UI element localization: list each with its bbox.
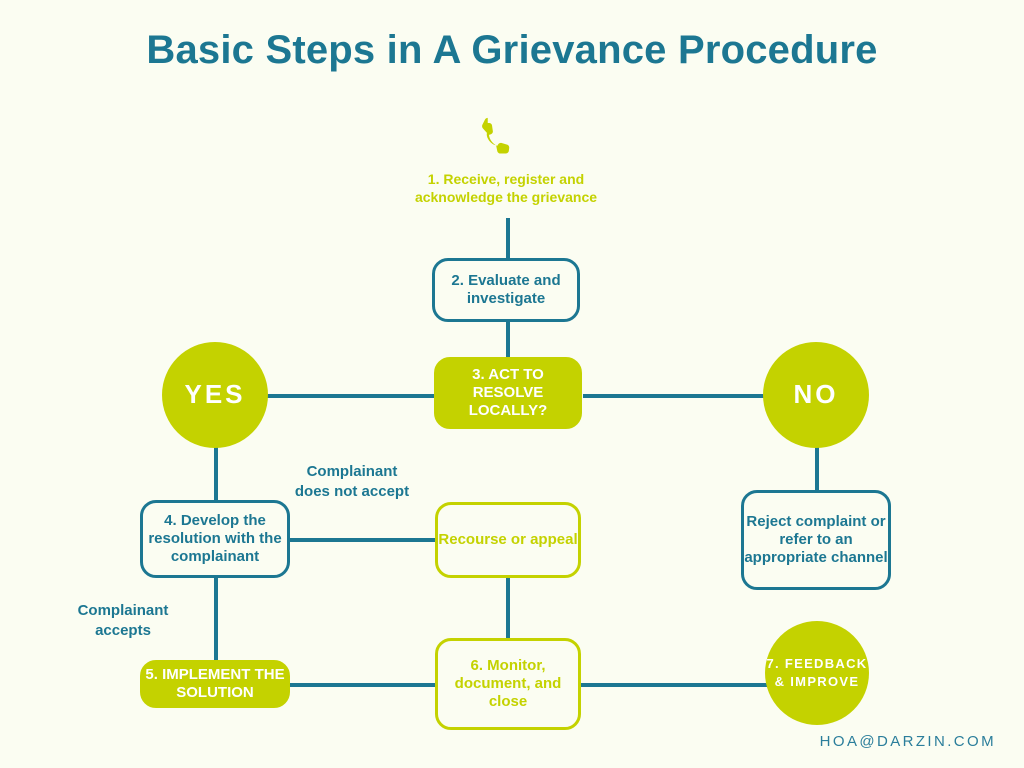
step-5-box[interactable]: 5. IMPLEMENT THE SOLUTION <box>140 660 290 708</box>
edge-label-accepts: Complainant accepts <box>64 601 182 640</box>
step-4-label: 4. Develop the resolution with the compl… <box>148 511 282 566</box>
connector-step5-step6 <box>288 683 440 687</box>
decision-yes-label: YES <box>184 379 246 410</box>
step-4-box[interactable]: 4. Develop the resolution with the compl… <box>140 500 290 578</box>
step-1-label: 1. Receive, register and acknowledge the… <box>386 170 626 206</box>
step-2-label: 2. Evaluate and investigate <box>451 271 561 307</box>
step-3-box[interactable]: 3. ACT TO RESOLVE LOCALLY? <box>434 357 582 429</box>
footer-email: HOA@DARZIN.COM <box>819 733 996 750</box>
reject-box[interactable]: Reject complaint or refer to an appropri… <box>741 490 891 590</box>
connector-step1-step2 <box>506 218 510 258</box>
step-7-circle[interactable]: 7. FEEDBACK & IMPROVE <box>765 621 869 725</box>
step-2-box[interactable]: 2. Evaluate and investigate <box>432 258 580 322</box>
connector-step6-step7 <box>577 683 767 687</box>
decision-no-circle[interactable]: NO <box>763 342 869 448</box>
step-7-label: 7. FEEDBACK & IMPROVE <box>766 656 868 689</box>
step-6-box[interactable]: 6. Monitor, document, and close <box>435 638 581 730</box>
connector-step3-no <box>583 394 765 398</box>
connector-step3-yes <box>265 394 435 398</box>
step-1-text: 1. Receive, register and acknowledge the… <box>414 171 598 206</box>
page-title: Basic Steps in A Grievance Procedure <box>146 28 878 72</box>
reject-label: Reject complaint or refer to an appropri… <box>744 512 888 567</box>
decision-yes-circle[interactable]: YES <box>162 342 268 448</box>
step-5-label: 5. IMPLEMENT THE SOLUTION <box>145 665 285 701</box>
connector-recourse-step6 <box>506 578 510 638</box>
connector-step4-step5 <box>214 576 218 662</box>
decision-no-label: NO <box>793 379 839 410</box>
connector-yes-step4 <box>214 440 218 500</box>
connector-step2-step3 <box>506 320 510 360</box>
phone-icon <box>482 117 510 154</box>
edge-label-accepts-text: Complainant accepts <box>77 602 169 639</box>
connector-step4-recourse <box>288 538 440 542</box>
edge-label-does-not-accept-text: Complainant does not accept <box>294 463 410 500</box>
recourse-label: Recourse or appeal <box>438 530 578 548</box>
edge-label-does-not-accept: Complainant does not accept <box>294 462 410 501</box>
step-3-label: 3. ACT TO RESOLVE LOCALLY? <box>468 365 548 420</box>
flowchart-canvas: Basic Steps in A Grievance Procedure 1. … <box>0 0 1024 768</box>
recourse-box[interactable]: Recourse or appeal <box>435 502 581 578</box>
step-6-label: 6. Monitor, document, and close <box>454 656 562 711</box>
